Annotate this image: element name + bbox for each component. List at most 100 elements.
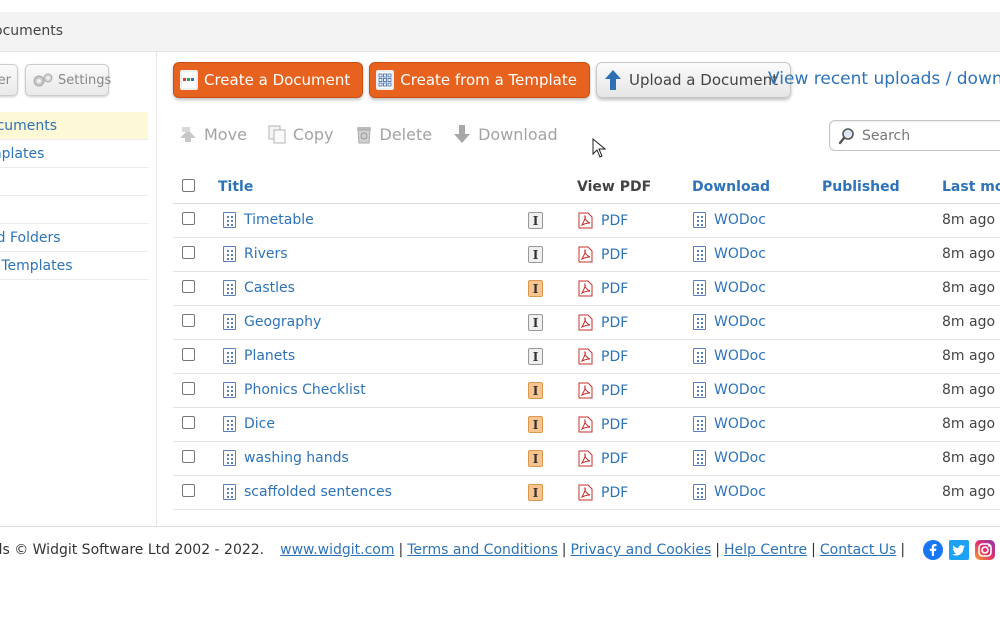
table-row: Planets I PDF WODoc 8m ago (173, 340, 1000, 374)
row-checkbox[interactable] (182, 212, 195, 225)
document-icon (223, 450, 236, 466)
view-pdf-link[interactable]: PDF (601, 213, 628, 229)
text-edit-icon[interactable]: I (528, 484, 543, 501)
help-centre-link[interactable]: Help Centre (724, 542, 807, 558)
download-button[interactable]: Download (452, 124, 558, 144)
text-edit-icon[interactable]: I (528, 212, 543, 229)
view-pdf-cell: PDF (578, 246, 628, 263)
document-title-link[interactable]: scaffolded sentences (244, 484, 392, 500)
wodoc-icon (693, 212, 706, 228)
row-checkbox[interactable] (182, 246, 195, 259)
view-pdf-link[interactable]: PDF (601, 451, 628, 467)
sidebar-item-documents[interactable]: ocuments (0, 112, 148, 140)
text-edit-icon[interactable]: I (528, 246, 543, 263)
download-wodoc-link[interactable]: WODoc (714, 382, 766, 398)
text-edit-icon[interactable]: I (528, 382, 543, 399)
sidebar-folder-button-label: er (0, 72, 11, 88)
create-from-template-button[interactable]: Create from a Template (369, 62, 590, 98)
select-all-checkbox[interactable] (182, 179, 195, 192)
column-header-download[interactable]: Download (692, 179, 770, 195)
widgit-link[interactable]: www.widgit.com (280, 542, 394, 558)
sidebar-item-shared-folders[interactable]: ed Folders (0, 224, 148, 252)
view-recent-uploads-link[interactable]: View recent uploads / downlo (768, 69, 1000, 89)
create-from-template-label: Create from a Template (400, 71, 577, 89)
download-cell: WODoc (693, 348, 766, 364)
document-title-link[interactable]: Phonics Checklist (244, 382, 366, 398)
terms-link[interactable]: Terms and Conditions (407, 542, 558, 558)
row-checkbox[interactable] (182, 484, 195, 497)
document-title-link[interactable]: Rivers (244, 246, 288, 262)
text-edit-icon[interactable]: I (528, 280, 543, 297)
instagram-icon[interactable] (975, 540, 996, 560)
text-edit-icon[interactable]: I (528, 348, 543, 365)
view-pdf-link[interactable]: PDF (601, 349, 628, 365)
download-wodoc-link[interactable]: WODoc (714, 484, 766, 500)
document-title-link[interactable]: Planets (244, 348, 295, 364)
edit-cell: I (528, 212, 543, 229)
move-button[interactable]: Move (178, 124, 247, 144)
sidebar-folder-button[interactable]: er (0, 64, 18, 96)
download-wodoc-link[interactable]: WODoc (714, 280, 766, 296)
wodoc-icon (693, 484, 706, 500)
document-title-link[interactable]: washing hands (244, 450, 349, 466)
row-checkbox[interactable] (182, 416, 195, 429)
row-checkbox[interactable] (182, 280, 195, 293)
row-checkbox[interactable] (182, 450, 195, 463)
sidebar-item-blank[interactable] (0, 168, 148, 196)
download-wodoc-link[interactable]: WODoc (714, 450, 766, 466)
view-pdf-link[interactable]: PDF (601, 247, 628, 263)
pdf-icon (578, 484, 593, 501)
download-wodoc-link[interactable]: WODoc (714, 212, 766, 228)
document-title-link[interactable]: Geography (244, 314, 321, 330)
select-all-cell (182, 179, 195, 196)
row-checkbox[interactable] (182, 382, 195, 395)
delete-button[interactable]: Delete (354, 124, 433, 144)
text-edit-icon[interactable]: I (528, 450, 543, 467)
column-header-last-modified[interactable]: Last mod (942, 179, 1000, 195)
view-pdf-link[interactable]: PDF (601, 383, 628, 399)
view-pdf-link[interactable]: PDF (601, 485, 628, 501)
text-edit-icon[interactable]: I (528, 416, 543, 433)
wodoc-icon (693, 450, 706, 466)
last-modified-value: 8m ago (942, 246, 996, 262)
new-document-icon (180, 70, 198, 90)
view-pdf-link[interactable]: PDF (601, 315, 628, 331)
view-pdf-cell: PDF (578, 212, 628, 229)
text-edit-icon[interactable]: I (528, 314, 543, 331)
column-header-view-pdf: View PDF (577, 179, 652, 195)
download-wodoc-link[interactable]: WODoc (714, 314, 766, 330)
view-pdf-link[interactable]: PDF (601, 281, 628, 297)
view-pdf-link[interactable]: PDF (601, 417, 628, 433)
sidebar-item-shared-templates[interactable]: d Templates (0, 252, 148, 280)
document-title-link[interactable]: Timetable (244, 212, 314, 228)
download-wodoc-link[interactable]: WODoc (714, 246, 766, 262)
row-checkbox[interactable] (182, 348, 195, 361)
create-document-button[interactable]: Create a Document (173, 62, 364, 98)
row-checkbox[interactable] (182, 314, 195, 327)
document-icon (223, 212, 236, 228)
footer-separator: | (561, 542, 567, 558)
edit-cell: I (528, 348, 543, 365)
copy-button[interactable]: Copy (267, 124, 334, 144)
download-cell: WODoc (693, 484, 766, 500)
contact-us-link[interactable]: Contact Us (820, 542, 896, 558)
privacy-link[interactable]: Privacy and Cookies (571, 542, 712, 558)
upload-document-button[interactable]: Upload a Document (595, 62, 791, 98)
settings-button[interactable]: Settings (25, 64, 111, 96)
sidebar-item-label: ed Folders (0, 229, 61, 246)
document-title-link[interactable]: Castles (244, 280, 295, 296)
download-wodoc-link[interactable]: WODoc (714, 348, 766, 364)
column-header-title[interactable]: Title (218, 179, 253, 195)
search-box[interactable] (829, 120, 1000, 151)
column-header-published[interactable]: Published (822, 179, 900, 195)
sidebar-item-s[interactable]: s (0, 196, 148, 224)
twitter-icon[interactable] (949, 540, 970, 560)
upload-document-label: Upload a Document (628, 71, 778, 89)
search-input[interactable] (862, 127, 1000, 144)
row-select-cell (182, 246, 195, 263)
download-wodoc-link[interactable]: WODoc (714, 416, 766, 432)
facebook-icon[interactable] (923, 540, 944, 560)
document-title-link[interactable]: Dice (244, 416, 275, 432)
delete-label: Delete (379, 124, 433, 144)
sidebar-item-templates[interactable]: mplates (0, 140, 148, 168)
